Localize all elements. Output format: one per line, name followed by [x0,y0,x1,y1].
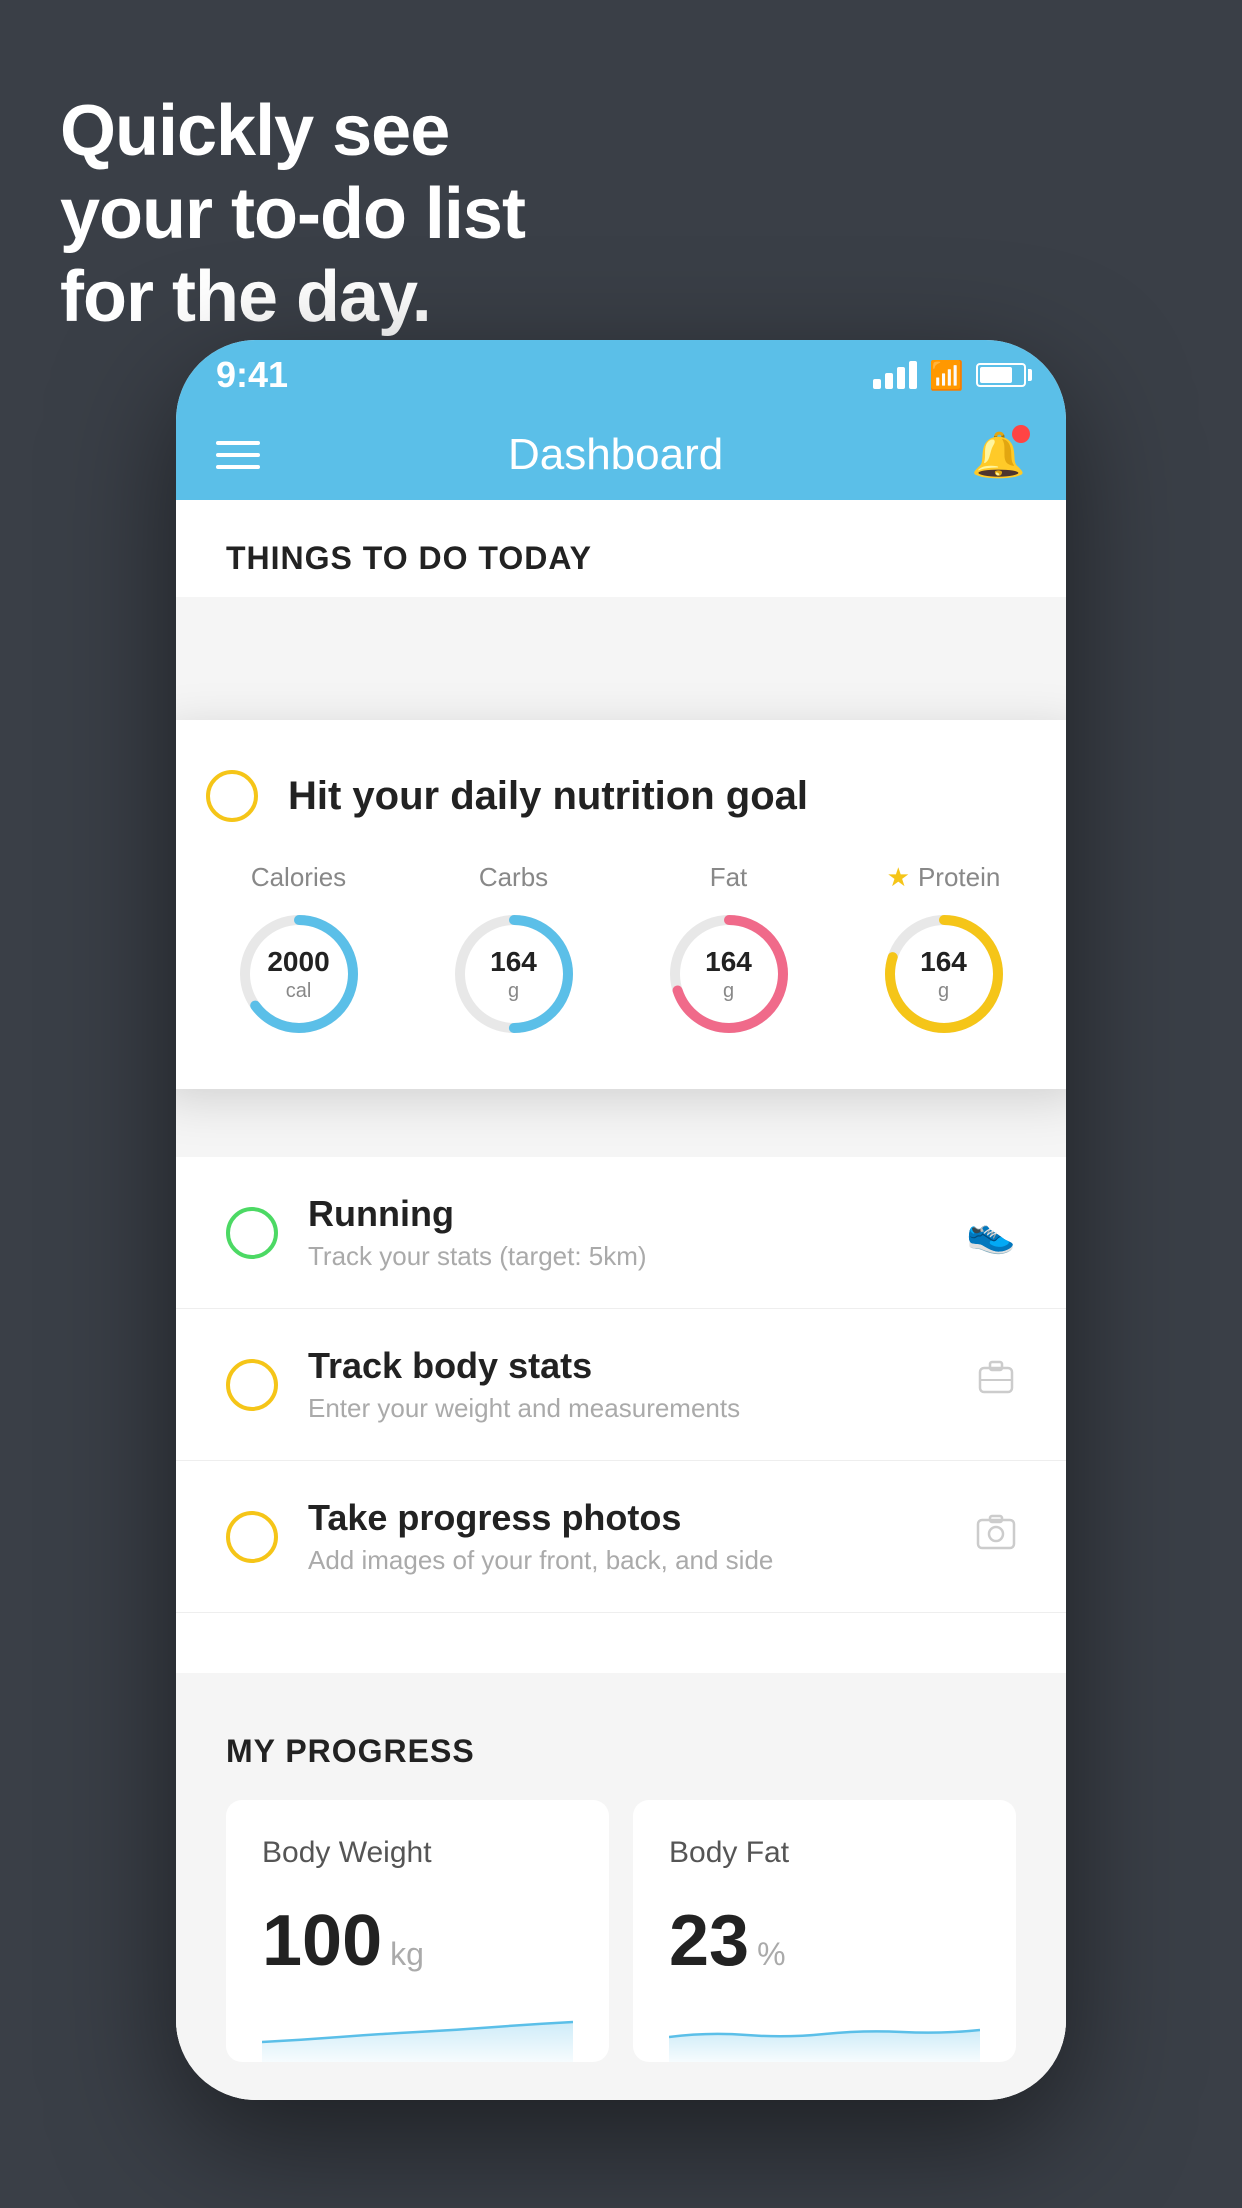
hero-line3: for the day. [60,256,525,339]
nutrition-fat: Fat 164 g [664,862,794,1039]
body-weight-unit: kg [390,1936,424,1973]
nav-bar: Dashboard 🔔 [176,410,1066,500]
star-icon: ★ [887,862,910,893]
carbs-circle: 164 g [449,909,579,1039]
fat-circle: 164 g [664,909,794,1039]
protein-value: 164 [920,945,967,979]
notification-badge [1012,425,1030,443]
body-weight-chart [262,2002,573,2062]
progress-photos-subtitle: Add images of your front, back, and side [308,1545,946,1576]
status-time: 9:41 [216,354,288,396]
running-subtitle: Track your stats (target: 5km) [308,1241,936,1272]
status-icons: 📶 [873,359,1026,392]
running-icon: 👟 [966,1209,1016,1256]
body-weight-value: 100 kg [262,1900,573,1982]
menu-button[interactable] [216,441,260,469]
calories-circle: 2000 cal [234,909,364,1039]
notifications-button[interactable]: 🔔 [971,429,1026,481]
signal-icon [873,361,917,389]
running-checkbox[interactable] [226,1207,278,1259]
protein-circle: 164 g [879,909,1009,1039]
protein-label: ★ Protein [887,862,1001,893]
phone-mockup: 9:41 📶 Dashboard 🔔 [176,340,1066,2100]
progress-photos-title: Take progress photos [308,1497,946,1539]
body-stats-info: Track body stats Enter your weight and m… [308,1345,946,1424]
progress-cards: Body Weight 100 kg [226,1800,1016,2062]
carbs-unit: g [508,980,519,1002]
carbs-value: 164 [490,945,537,979]
nutrition-checkbox[interactable] [206,770,258,822]
body-fat-unit: % [757,1936,785,1973]
body-fat-card: Body Fat 23 % [633,1800,1016,2062]
body-fat-value: 23 % [669,1900,980,1982]
body-stats-title: Track body stats [308,1345,946,1387]
scale-icon [976,1360,1016,1410]
body-weight-number: 100 [262,1900,382,1982]
progress-section: MY PROGRESS Body Weight 100 kg [176,1673,1066,2100]
running-title: Running [308,1193,936,1235]
todo-item-body-stats[interactable]: Track body stats Enter your weight and m… [176,1309,1066,1461]
hero-text: Quickly see your to-do list for the day. [60,90,525,338]
todo-item-running[interactable]: Running Track your stats (target: 5km) 👟 [176,1157,1066,1309]
battery-icon [976,363,1026,387]
body-weight-card-title: Body Weight [262,1836,573,1870]
things-section-header: THINGS TO DO TODAY [176,500,1066,597]
hero-line2: your to-do list [60,173,525,256]
body-fat-number: 23 [669,1900,749,1982]
carbs-label: Carbs [479,862,548,893]
protein-unit: g [938,980,949,1002]
body-fat-card-title: Body Fat [669,1836,980,1870]
spacer [176,1613,1066,1673]
status-bar: 9:41 📶 [176,340,1066,410]
body-stats-subtitle: Enter your weight and measurements [308,1393,946,1424]
calories-unit: cal [286,980,312,1002]
nutrition-card-title: Hit your daily nutrition goal [288,774,808,819]
todo-list: Running Track your stats (target: 5km) 👟… [176,1157,1066,1613]
todo-item-progress-photos[interactable]: Take progress photos Add images of your … [176,1461,1066,1613]
nutrition-carbs: Carbs 164 g [449,862,579,1039]
things-section-title: THINGS TO DO TODAY [226,540,592,576]
nutrition-protein: ★ Protein 164 g [879,862,1009,1039]
hero-line1: Quickly see [60,90,525,173]
nutrition-calories: Calories 2000 cal [234,862,364,1039]
progress-photos-info: Take progress photos Add images of your … [308,1497,946,1576]
fat-label: Fat [710,862,748,893]
progress-photos-checkbox[interactable] [226,1511,278,1563]
photo-icon [976,1512,1016,1562]
progress-section-title: MY PROGRESS [226,1733,1016,1770]
calories-label: Calories [251,862,346,893]
nutrition-row: Calories 2000 cal Carbs [206,862,1036,1039]
wifi-icon: 📶 [929,359,964,392]
fat-value: 164 [705,945,752,979]
calories-value: 2000 [267,945,329,979]
body-stats-checkbox[interactable] [226,1359,278,1411]
fat-unit: g [723,980,734,1002]
body-weight-card: Body Weight 100 kg [226,1800,609,2062]
running-info: Running Track your stats (target: 5km) [308,1193,936,1272]
nutrition-card: Hit your daily nutrition goal Calories 2… [176,720,1066,1089]
nav-title: Dashboard [508,430,723,480]
body-fat-chart [669,2002,980,2062]
